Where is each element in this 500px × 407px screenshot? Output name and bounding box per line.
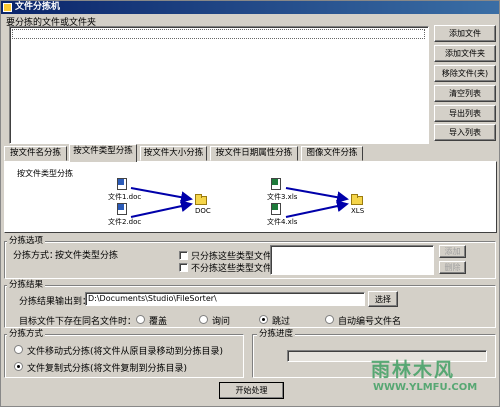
skip-types-label: 不分拣这些类型文件：: [191, 264, 282, 274]
add-type-button[interactable]: 添加: [439, 245, 466, 258]
browse-button[interactable]: 选择: [368, 291, 398, 307]
copy-mode-label: 文件复制式分拣(将文件复制到分拣目录): [27, 364, 188, 374]
arrow-icon: [130, 200, 193, 218]
skip-types-checkbox[interactable]: [179, 263, 188, 272]
watermark-logo: 雨林木风 WWW.YLMFU.COM: [367, 353, 497, 405]
arrow-icon: [285, 200, 349, 218]
remove-file-button[interactable]: 移除文件(夹): [434, 65, 496, 82]
tab-by-size[interactable]: 按文件大小分拣: [140, 146, 207, 161]
title-bar: 文件分拣机: [1, 1, 499, 14]
sort-arrows: [130, 187, 349, 218]
mode-value: 按文件类型分拣: [55, 251, 119, 261]
list-focus-row: [12, 29, 425, 39]
options-title: 分拣选项: [7, 236, 46, 246]
add-folder-button[interactable]: 添加文件夹: [434, 45, 496, 62]
export-list-button[interactable]: 导出列表: [434, 105, 496, 122]
add-file-button[interactable]: 添加文件: [434, 25, 496, 42]
start-button[interactable]: 开始处理: [219, 382, 284, 399]
tab-image-files[interactable]: 图像文件分拣: [301, 146, 363, 161]
progress-title: 分拣进度: [257, 329, 296, 339]
clear-list-button[interactable]: 清空列表: [434, 85, 496, 102]
source-file-list[interactable]: [9, 26, 429, 144]
tab-by-name[interactable]: 按文件名分拣: [4, 146, 67, 161]
file-types-list[interactable]: [270, 245, 434, 275]
window-title: 文件分拣机: [15, 2, 61, 12]
move-mode-radio[interactable]: [14, 345, 23, 354]
ask-label: 询问: [212, 317, 231, 327]
auto-number-radio[interactable]: [325, 315, 334, 324]
arrow-icon: [130, 187, 193, 204]
delete-type-button[interactable]: 删除: [439, 261, 466, 274]
move-mode-label: 文件移动式分拣(将文件从原目录移动到分拣目录): [27, 347, 224, 357]
skip-label: 跳过: [272, 317, 291, 327]
import-list-button[interactable]: 导入列表: [434, 124, 496, 141]
app-icon: [3, 3, 12, 12]
auto-number-label: 自动编号文件名: [338, 317, 402, 327]
overwrite-radio[interactable]: [136, 315, 145, 324]
skip-radio[interactable]: [259, 315, 268, 324]
output-path-field[interactable]: D:\Documents\Studio\FileSorter\: [85, 292, 365, 306]
result-title: 分拣结果: [7, 280, 46, 290]
tab-panel: 按文件类型分拣 文件1.doc 文件2.doc DOC 文件3.xls 文件4.…: [4, 161, 497, 233]
arrow-icon: [285, 187, 349, 204]
ask-radio[interactable]: [199, 315, 208, 324]
tab-by-date[interactable]: 按文件日期属性分拣: [210, 146, 298, 161]
overwrite-label: 覆盖: [149, 317, 168, 327]
watermark-text: 雨林木风: [371, 359, 456, 381]
file-sorter-window: 文件分拣机 要分拣的文件或文件夹 添加文件 添加文件夹 移除文件(夹) 清空列表…: [0, 0, 500, 407]
copy-mode-radio[interactable]: [14, 362, 23, 371]
conflict-label: 目标文件下存在同名文件时：: [19, 317, 137, 327]
tab-by-type[interactable]: 按文件类型分拣: [69, 144, 137, 162]
method-title: 分拣方式: [7, 329, 46, 339]
output-path-value: D:\Documents\Studio\FileSorter\: [88, 294, 217, 303]
mode-label: 分拣方式：: [13, 251, 59, 261]
output-label: 分拣结果输出到：: [19, 297, 92, 307]
watermark-url: WWW.YLMFU.COM: [373, 382, 478, 393]
only-types-checkbox[interactable]: [179, 251, 188, 260]
